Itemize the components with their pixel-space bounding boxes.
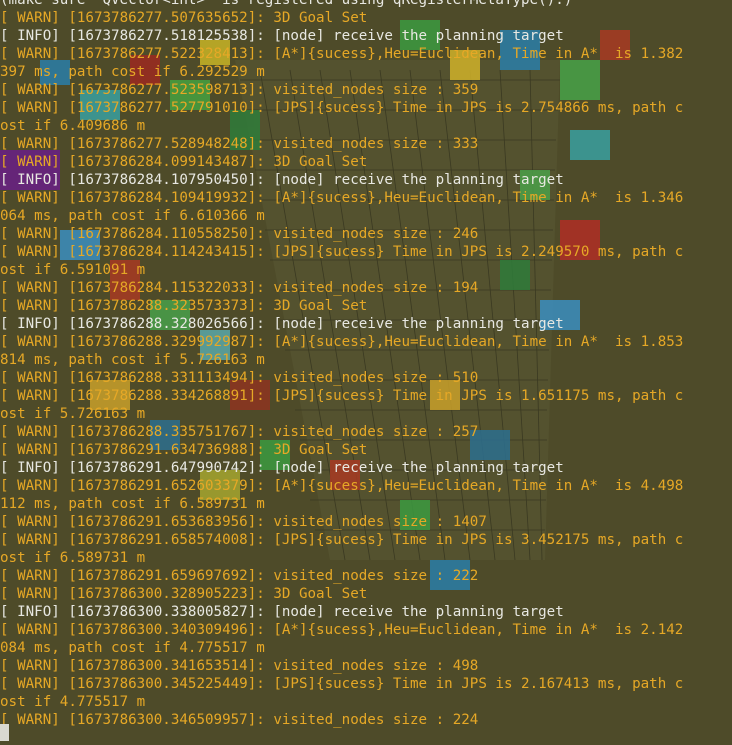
log-line: [ WARN] [1673786291.634736988]: 3D Goal … <box>0 442 368 458</box>
log-line: [ WARN] [1673786300.328905223]: 3D Goal … <box>0 586 368 602</box>
terminal-output: (make sure 'QVector<int>' is registered … <box>0 0 732 729</box>
log-line: [ WARN] [1673786288.334268891]: [JPS]{su… <box>0 388 684 404</box>
log-line: [ WARN] [1673786300.345225449]: [JPS]{su… <box>0 676 684 692</box>
log-line: [ INFO] [1673786300.338005827]: [node] r… <box>0 604 564 620</box>
log-line: [ WARN] [1673786277.507635652]: 3D Goal … <box>0 10 368 26</box>
log-line: [ WARN] [1673786288.331113494]: visited_… <box>0 370 479 386</box>
log-line: [ WARN] [1673786277.527791010]: [JPS]{su… <box>0 100 684 116</box>
log-line: [ INFO] [1673786291.647990742]: [node] r… <box>0 460 564 476</box>
log-line: [ INFO] [1673786288.328026566]: [node] r… <box>0 316 564 332</box>
log-line: ost if 5.726163 m <box>0 406 146 422</box>
log-line: [ INFO] [1673786284.107950450]: [node] r… <box>0 172 564 188</box>
log-line: ost if 4.775517 m <box>0 694 146 710</box>
log-line: [ WARN] [1673786300.341653514]: visited_… <box>0 658 479 674</box>
log-line: 084 ms, path cost if 4.775517 m <box>0 640 265 656</box>
log-line: [ WARN] [1673786284.109419932]: [A*]{suc… <box>0 190 684 206</box>
log-line: [ WARN] [1673786300.340309496]: [A*]{suc… <box>0 622 684 638</box>
log-line: [ WARN] [1673786288.329992987]: [A*]{suc… <box>0 334 684 350</box>
log-line: 814 ms, path cost if 5.726163 m <box>0 352 265 368</box>
log-line: [ WARN] [1673786277.528948248]: visited_… <box>0 136 479 152</box>
log-line: [ WARN] [1673786284.115322033]: visited_… <box>0 280 479 296</box>
log-line: [ WARN] [1673786288.323573373]: 3D Goal … <box>0 298 368 314</box>
log-line: [ WARN] [1673786277.522328413]: [A*]{suc… <box>0 46 684 62</box>
log-line: [ INFO] [1673786277.518125538]: [node] r… <box>0 28 564 44</box>
log-line: [ WARN] [1673786291.652603379]: [A*]{suc… <box>0 478 684 494</box>
log-line: [ WARN] [1673786284.099143487]: 3D Goal … <box>0 154 368 170</box>
log-line: [ WARN] [1673786284.110558250]: visited_… <box>0 226 479 242</box>
log-line: [ WARN] [1673786300.346509957]: visited_… <box>0 712 479 728</box>
log-line: [ WARN] [1673786291.653683956]: visited_… <box>0 514 487 530</box>
log-line: [ WARN] [1673786291.659697692]: visited_… <box>0 568 479 584</box>
log-line: 397 ms, path cost if 6.292529 m <box>0 64 265 80</box>
log-line: ost if 6.591091 m <box>0 262 146 278</box>
log-line: [ WARN] [1673786284.114243415]: [JPS]{su… <box>0 244 684 260</box>
log-line: (make sure 'QVector<int>' is registered … <box>0 0 573 8</box>
log-line: ost if 6.409686 m <box>0 118 146 134</box>
block-cursor-icon <box>0 724 9 741</box>
log-line: ost if 6.589731 m <box>0 550 146 566</box>
log-line: [ WARN] [1673786277.523598713]: visited_… <box>0 82 479 98</box>
log-line: [ WARN] [1673786291.658574008]: [JPS]{su… <box>0 532 684 548</box>
log-line: 064 ms, path cost if 6.610366 m <box>0 208 265 224</box>
terminal-window[interactable]: (make sure 'QVector<int>' is registered … <box>0 0 732 745</box>
log-line: 112 ms, path cost if 6.589731 m <box>0 496 265 512</box>
log-line: [ WARN] [1673786288.335751767]: visited_… <box>0 424 479 440</box>
